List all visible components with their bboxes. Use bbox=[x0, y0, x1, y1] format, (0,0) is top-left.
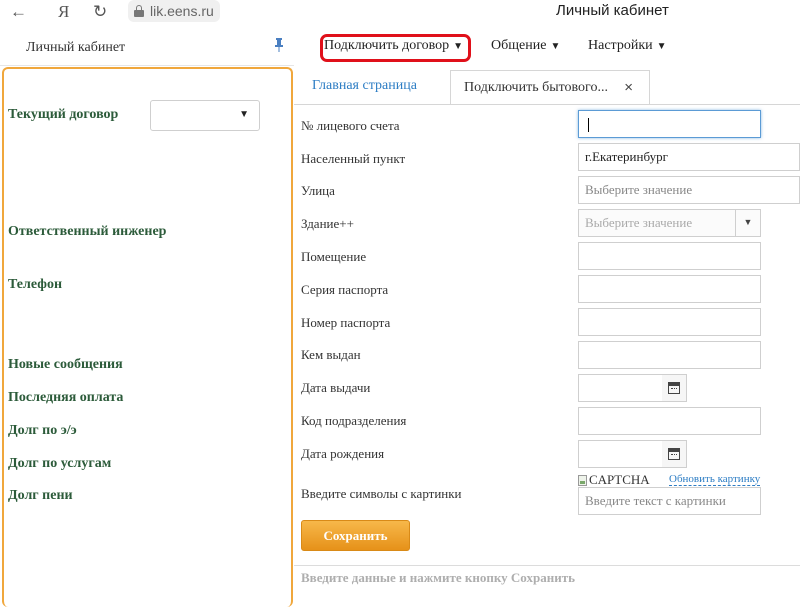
birth-date-input[interactable] bbox=[578, 440, 663, 468]
captcha-input[interactable]: Введите текст с картинки bbox=[578, 487, 761, 515]
menu-chat-label: Общение bbox=[491, 38, 547, 53]
issued-by-input[interactable] bbox=[578, 341, 761, 369]
new-messages-label: Новые сообщения bbox=[8, 357, 123, 372]
building-label: Здание++ bbox=[301, 216, 354, 231]
street-select[interactable]: Выберите значение bbox=[578, 176, 800, 204]
pin-icon[interactable] bbox=[274, 38, 284, 56]
passport-number-input[interactable] bbox=[578, 308, 761, 336]
last-payment-label: Последняя оплата bbox=[8, 390, 124, 405]
passport-series-label: Серия паспорта bbox=[301, 282, 389, 297]
debt-ee-label: Долг по э/э bbox=[8, 423, 77, 438]
birth-date-label: Дата рождения bbox=[301, 446, 385, 461]
passport-number-label: Номер паспорта bbox=[301, 315, 391, 330]
url-text: lik.eens.ru bbox=[150, 3, 214, 19]
account-label: № лицевого счета bbox=[301, 118, 400, 133]
tab-connect-label: Подключить бытового... bbox=[464, 80, 608, 95]
sidebar-panel: Текущий договор ▼ Ответственный инженер … bbox=[2, 67, 293, 607]
tab-main-page[interactable]: Главная страница bbox=[312, 78, 417, 94]
contract-select[interactable]: ▼ bbox=[150, 100, 260, 131]
caret-down-icon: ▼ bbox=[550, 41, 561, 52]
engineer-label: Ответственный инженер bbox=[8, 224, 167, 239]
phone-label: Телефон bbox=[8, 277, 63, 292]
captcha-label: Введите символы с картинки bbox=[301, 486, 462, 501]
division-code-label: Код подразделения bbox=[301, 413, 407, 428]
birth-date-calendar-button[interactable] bbox=[662, 440, 687, 468]
street-label: Улица bbox=[301, 183, 335, 198]
chevron-down-icon[interactable]: ▼ bbox=[735, 209, 760, 237]
captcha-alt-text: CAPTCHA bbox=[589, 472, 650, 487]
refresh-captcha-link[interactable]: Обновить картинку bbox=[669, 473, 761, 486]
room-label: Помещение bbox=[301, 249, 367, 264]
chevron-down-icon: ▼ bbox=[239, 109, 249, 120]
lock-icon bbox=[134, 5, 144, 17]
issue-date-calendar-button[interactable] bbox=[662, 374, 687, 402]
menu-communication[interactable]: Общение ▼ bbox=[491, 38, 560, 54]
highlight-outline bbox=[320, 34, 471, 62]
browser-bar: ← Я ↻ lik.eens.ru Личный кабинет bbox=[0, 0, 800, 26]
issued-by-label: Кем выдан bbox=[301, 347, 361, 362]
division-code-input[interactable] bbox=[578, 407, 761, 435]
menu-settings-label: Настройки bbox=[588, 38, 653, 53]
issue-date-label: Дата выдачи bbox=[301, 380, 371, 395]
building-select[interactable]: Выберите значение bbox=[578, 209, 761, 237]
close-icon[interactable]: × bbox=[624, 79, 633, 96]
passport-series-input[interactable] bbox=[578, 275, 761, 303]
room-input[interactable] bbox=[578, 242, 761, 270]
sidebar-header: Личный кабинет bbox=[0, 30, 294, 66]
reload-icon[interactable]: ↻ bbox=[93, 1, 107, 23]
broken-image-icon bbox=[578, 474, 587, 486]
debt-penalty-label: Долг пени bbox=[8, 488, 73, 503]
app-title: Личный кабинет bbox=[26, 40, 126, 55]
caret-down-icon: ▼ bbox=[656, 41, 667, 52]
account-input[interactable] bbox=[578, 110, 761, 138]
locality-input[interactable]: г.Екатеринбург bbox=[578, 143, 800, 171]
window-title: Личный кабинет bbox=[556, 2, 669, 19]
text-cursor bbox=[588, 118, 589, 133]
locality-label: Населенный пункт bbox=[301, 151, 406, 166]
yandex-icon[interactable]: Я bbox=[58, 1, 69, 23]
calendar-icon bbox=[668, 382, 680, 394]
back-arrow-icon[interactable]: ← bbox=[10, 1, 27, 23]
tab-connect-consumer[interactable]: Подключить бытового... × bbox=[450, 70, 650, 105]
address-bar[interactable]: lik.eens.ru bbox=[128, 0, 220, 22]
current-contract-label: Текущий договор bbox=[8, 107, 119, 122]
debt-services-label: Долг по услугам bbox=[8, 456, 112, 471]
menu-settings[interactable]: Настройки ▼ bbox=[588, 38, 667, 54]
captcha-image: CAPTCHA bbox=[578, 472, 650, 488]
save-button[interactable]: Сохранить bbox=[301, 520, 410, 551]
issue-date-input[interactable] bbox=[578, 374, 663, 402]
calendar-icon bbox=[668, 448, 680, 460]
hint-divider bbox=[294, 565, 800, 566]
tab-divider bbox=[294, 104, 800, 105]
hint-text: Введите данные и нажмите кнопку Сохранит… bbox=[301, 570, 575, 585]
